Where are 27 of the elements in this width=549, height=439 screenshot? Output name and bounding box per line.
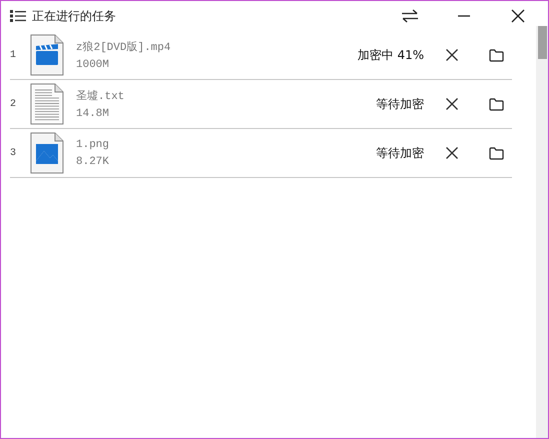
task-status: 等待加密 <box>375 96 424 112</box>
task-status: 加密中 41% <box>356 46 424 64</box>
folder-icon <box>488 98 504 110</box>
image-file-icon <box>30 132 64 174</box>
swap-icon <box>401 9 419 23</box>
file-name: z狼2[DVD版].mp4 <box>76 40 172 54</box>
row-number: 1 <box>10 50 18 60</box>
window-title: 正在进行的任务 <box>32 8 116 24</box>
video-file-icon <box>30 34 64 76</box>
folder-icon <box>488 48 504 62</box>
text-file-icon <box>30 83 64 125</box>
row-number: 2 <box>10 98 18 110</box>
close-icon <box>446 98 458 110</box>
file-size: 1000M <box>76 59 110 71</box>
task-status: 等待加密 <box>375 144 424 162</box>
close-icon <box>446 49 458 61</box>
close-icon <box>511 9 525 23</box>
row-number: 3 <box>10 148 18 158</box>
file-name: 圣墟.txt <box>76 89 126 103</box>
file-size: 8.27K <box>76 156 110 168</box>
folder-icon <box>488 146 504 160</box>
file-size: 14.8M <box>76 108 110 120</box>
scrollbar-thumb[interactable] <box>538 26 546 59</box>
list-icon <box>10 10 26 22</box>
file-name: 1.png <box>76 138 110 150</box>
scrollbar[interactable] <box>536 26 548 438</box>
close-icon <box>446 147 458 159</box>
